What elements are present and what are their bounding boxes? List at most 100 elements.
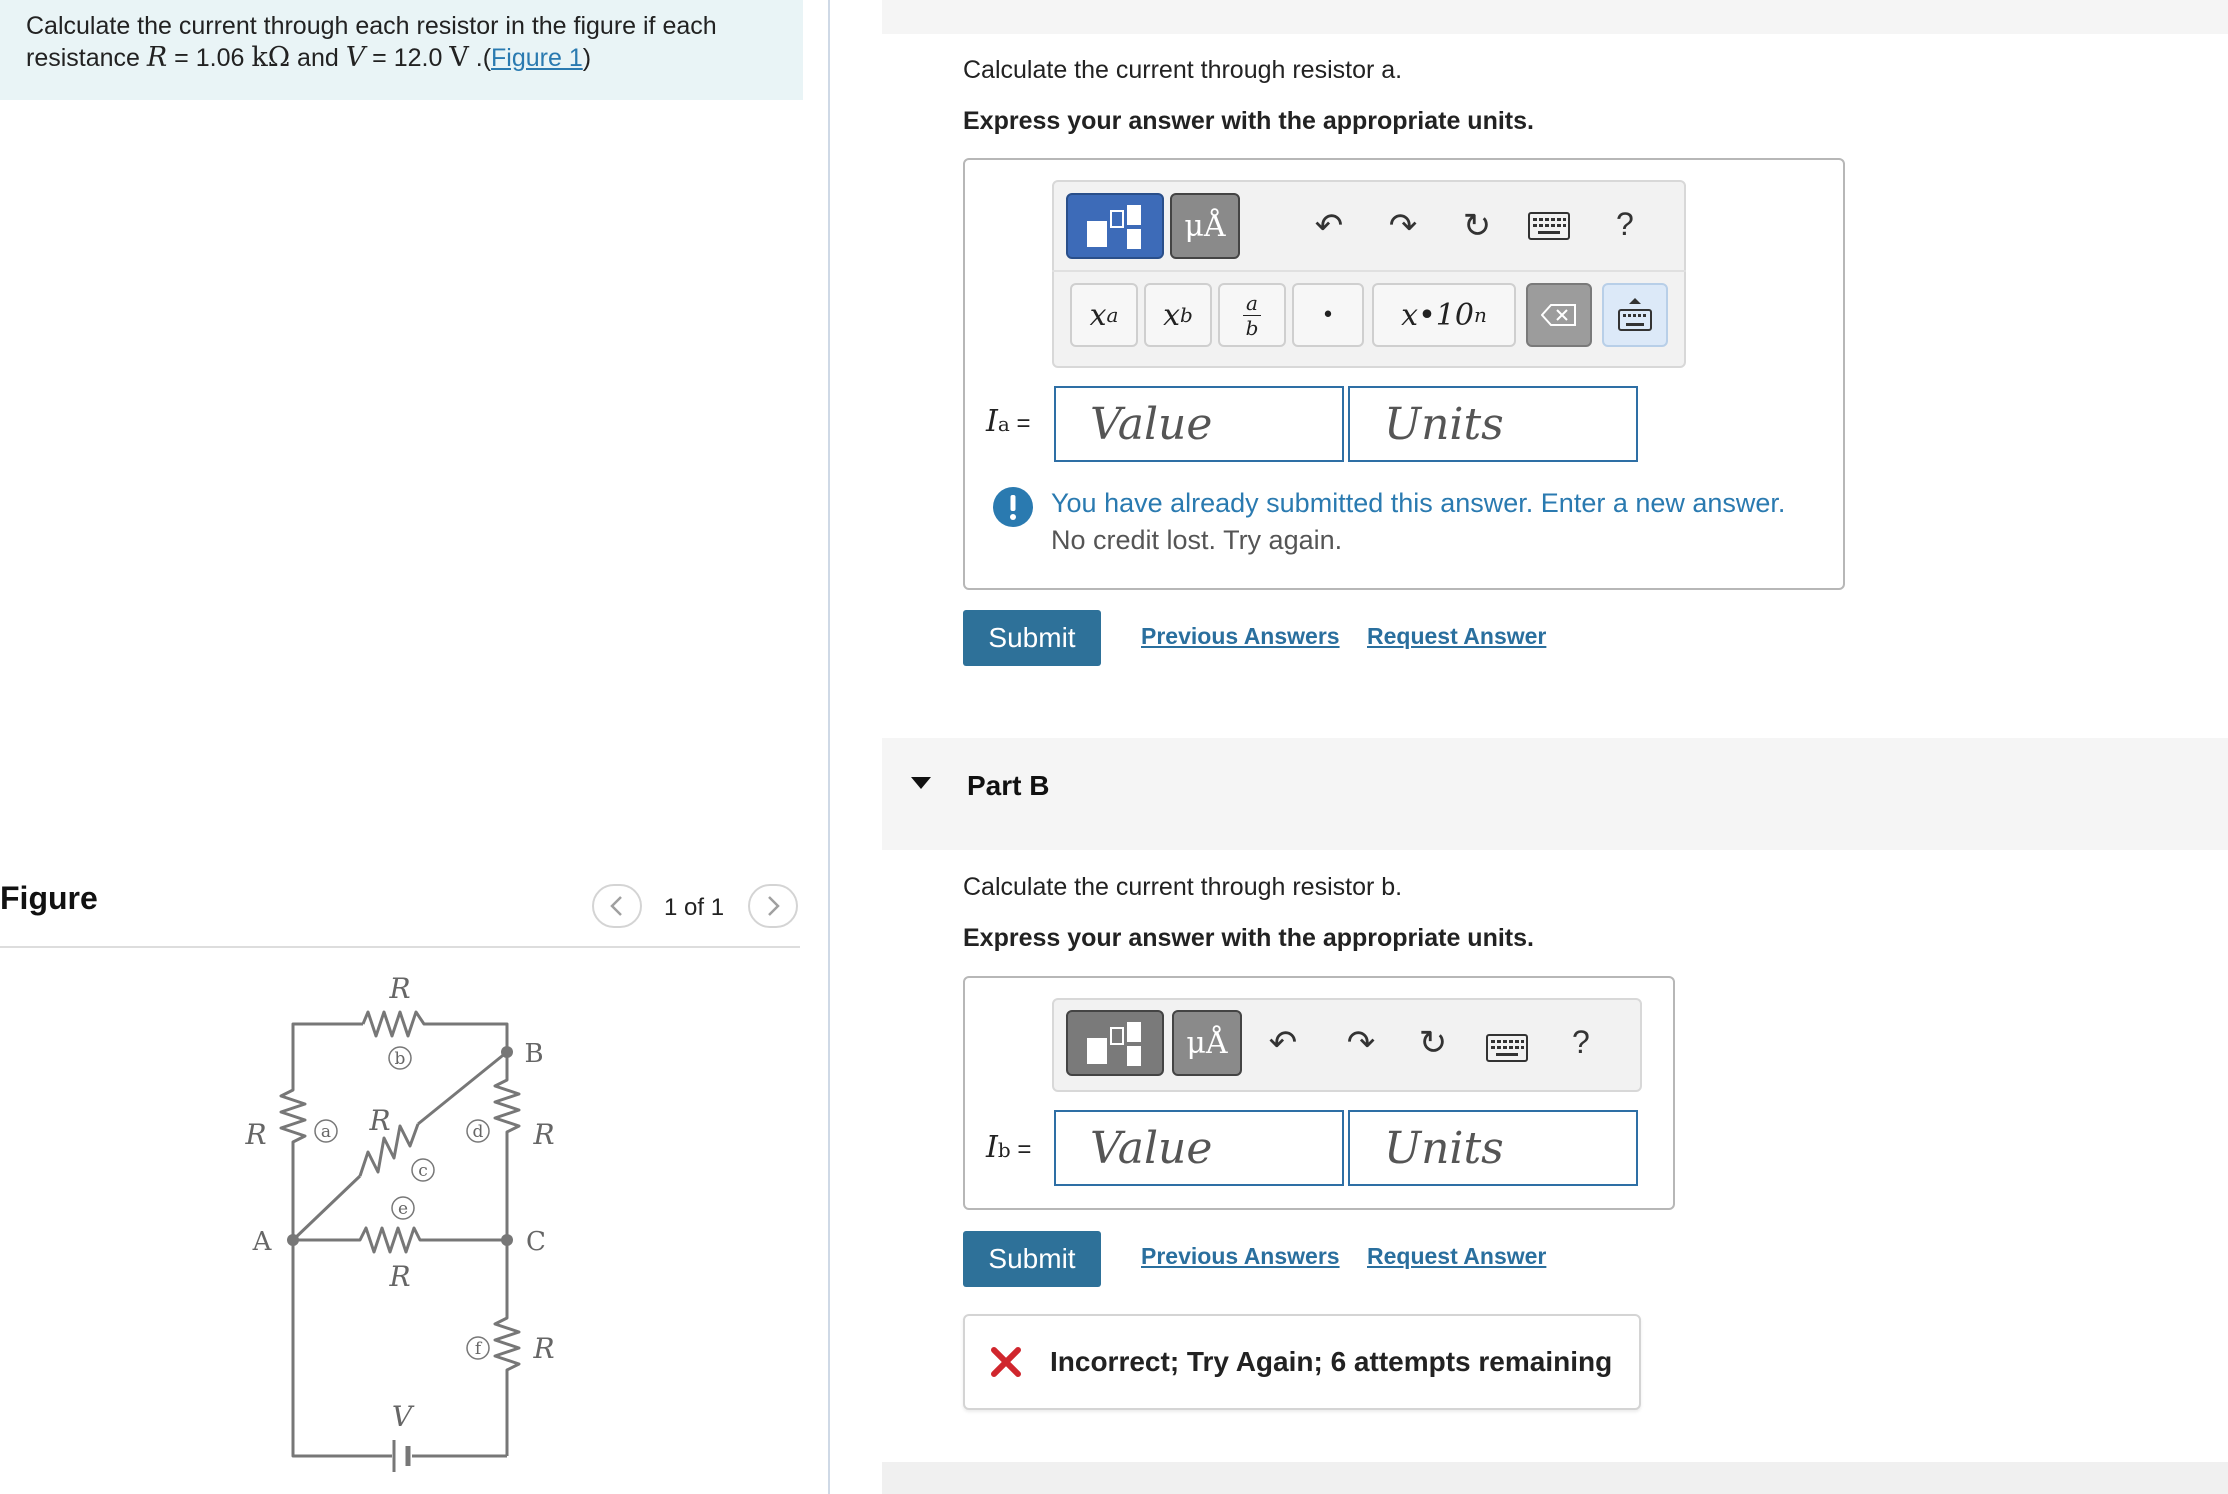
warning-message: You have already submitted this answer. …: [1051, 488, 1786, 518]
var-i-a: I: [986, 404, 998, 439]
sub-base: x: [1163, 297, 1181, 333]
label-r-a: R: [244, 1118, 266, 1151]
collapse-caret-icon[interactable]: [910, 776, 932, 795]
unit-v: V: [449, 42, 469, 73]
templates-icon: [1087, 205, 1141, 249]
toolbar-divider: [1052, 270, 1686, 272]
equals-sign: =: [1010, 1136, 1032, 1163]
figure-next-button[interactable]: [748, 884, 798, 928]
keyboard-toggle-button[interactable]: [1602, 283, 1668, 347]
part-b-help-icon[interactable]: ?: [1572, 1024, 1590, 1061]
backspace-icon: [1541, 304, 1576, 326]
problem-and: and: [290, 44, 346, 72]
part-b-units-button[interactable]: μÅ: [1172, 1010, 1242, 1076]
problem-v-value: = 12.0: [365, 44, 450, 72]
tag-a: a: [321, 1122, 331, 1142]
figure-divider: [0, 946, 800, 948]
var-v: V: [345, 42, 366, 73]
info-icon: [992, 486, 1034, 533]
problem-statement: Calculate the current through each resis…: [26, 10, 796, 74]
tag-b: b: [395, 1049, 406, 1069]
label-r-e: R: [388, 1260, 410, 1293]
chevron-left-icon: [610, 896, 622, 916]
figure-prev-button[interactable]: [592, 884, 642, 928]
tag-f: f: [475, 1339, 483, 1359]
part-b-question: Calculate the current through resistor b…: [963, 873, 1403, 901]
keyboard-toggle-icon: [1618, 298, 1652, 331]
part-a-variable-label: Ia =: [986, 404, 1030, 439]
part-a-units-input[interactable]: Units: [1348, 386, 1638, 462]
sci-exp: n: [1473, 303, 1487, 327]
label-r-c: R: [368, 1104, 390, 1137]
part-a-header-strip: [882, 0, 2228, 34]
problem-punct: .(: [468, 44, 492, 72]
dot-button[interactable]: •: [1292, 283, 1364, 347]
redo-icon[interactable]: ↷: [1380, 203, 1426, 249]
label-r-d: R: [532, 1118, 554, 1151]
var-i-b-sub: b: [997, 1138, 1011, 1162]
units-button[interactable]: μÅ: [1170, 193, 1240, 259]
label-r-b: R: [388, 972, 410, 1005]
sci-base: x•10: [1401, 297, 1474, 333]
unit-kohm: kΩ: [251, 42, 291, 73]
part-a-question: Calculate the current through resistor a…: [963, 56, 1403, 84]
part-c-header-strip: [882, 1462, 2228, 1494]
part-a-instruction: Express your answer with the appropriate…: [963, 107, 1534, 135]
tag-e: e: [398, 1199, 408, 1219]
part-b-title: Part B: [967, 770, 1050, 801]
templates-icon: [1087, 1022, 1141, 1066]
part-b-units-input[interactable]: Units: [1348, 1110, 1638, 1186]
feedback-message: Incorrect; Try Again; 6 attempts remaini…: [1050, 1346, 1613, 1377]
label-r-f: R: [532, 1332, 554, 1365]
node-c: C: [526, 1227, 546, 1257]
part-b-variable-label: Ib =: [986, 1130, 1031, 1165]
sub-sub: b: [1180, 303, 1193, 327]
part-b-keyboard-icon[interactable]: [1486, 1034, 1528, 1067]
templates-button[interactable]: [1066, 193, 1164, 259]
subscript-button[interactable]: xb: [1144, 283, 1212, 347]
part-b-templates-button[interactable]: [1066, 1010, 1164, 1076]
part-b-value-input[interactable]: Value: [1054, 1110, 1344, 1186]
figure-title: Figure: [0, 880, 98, 916]
keyboard-icon[interactable]: [1528, 212, 1570, 245]
part-a-value-input[interactable]: Value: [1054, 386, 1344, 462]
var-r: R: [146, 42, 168, 73]
figure-pager-text: 1 of 1: [664, 894, 725, 921]
problem-r-value: = 1.06: [167, 44, 252, 72]
part-a-submit-button[interactable]: Submit: [963, 610, 1101, 666]
part-b-request-answer-link[interactable]: Request Answer: [1367, 1243, 1546, 1270]
scientific-notation-button[interactable]: x•10 n: [1372, 283, 1516, 347]
node-a: A: [252, 1227, 273, 1257]
var-i-b: I: [986, 1130, 998, 1165]
help-icon[interactable]: ?: [1616, 206, 1634, 243]
sup-base: x: [1089, 297, 1107, 333]
part-b-instruction: Express your answer with the appropriate…: [963, 924, 1534, 952]
sup-exp: a: [1106, 303, 1119, 327]
equals-sign: =: [1009, 410, 1031, 437]
superscript-button[interactable]: xa: [1070, 283, 1138, 347]
circuit-diagram: R R R R R R V B A C a b c d e f: [244, 972, 555, 1472]
part-b-header[interactable]: [882, 738, 2228, 850]
part-b-submit-button[interactable]: Submit: [963, 1231, 1101, 1287]
part-b-undo-icon[interactable]: ↶: [1260, 1020, 1306, 1066]
label-v: V: [392, 1400, 415, 1433]
problem-close: ): [582, 44, 592, 72]
chevron-right-icon: [768, 896, 780, 916]
part-a-request-answer-link[interactable]: Request Answer: [1367, 623, 1546, 650]
node-b: B: [524, 1039, 543, 1069]
part-b-reset-icon[interactable]: ↻: [1410, 1020, 1456, 1066]
part-a-previous-answers-link[interactable]: Previous Answers: [1141, 623, 1340, 650]
fraction-button[interactable]: ab: [1218, 283, 1286, 347]
warning-submessage: No credit lost. Try again.: [1051, 525, 1343, 555]
var-i-a-sub: a: [997, 412, 1010, 436]
delete-button[interactable]: [1526, 283, 1592, 347]
reset-icon[interactable]: ↻: [1454, 203, 1500, 249]
undo-icon[interactable]: ↶: [1306, 203, 1352, 249]
part-b-redo-icon[interactable]: ↷: [1338, 1020, 1384, 1066]
part-b-previous-answers-link[interactable]: Previous Answers: [1141, 1243, 1340, 1270]
tag-c: c: [418, 1161, 428, 1181]
frac-num: a: [1246, 290, 1258, 315]
column-divider: [828, 0, 830, 1494]
tag-d: d: [473, 1122, 484, 1142]
figure-link[interactable]: Figure 1: [491, 44, 583, 72]
